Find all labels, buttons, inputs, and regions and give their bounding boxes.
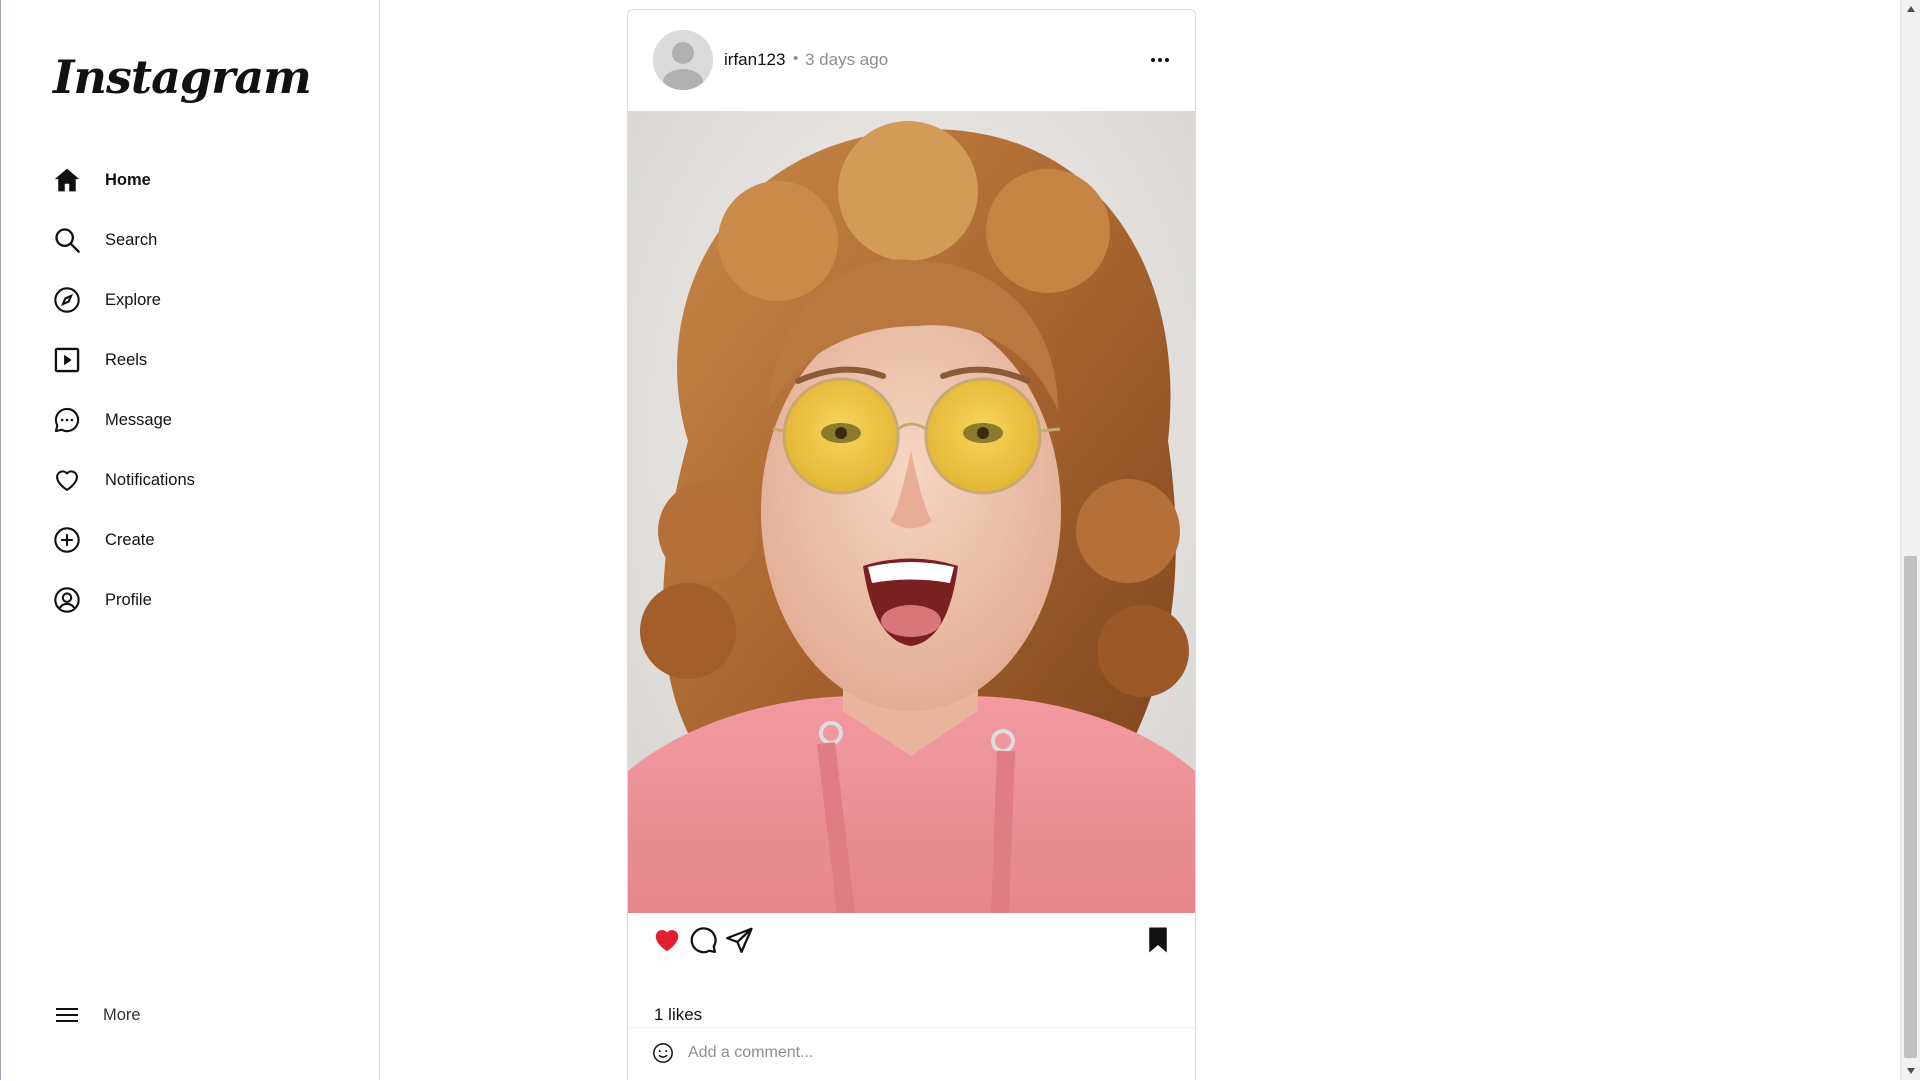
avatar[interactable] [653, 30, 713, 90]
sidebar-item-label: Explore [105, 290, 161, 309]
message-icon [51, 404, 83, 436]
scroll-down-arrow-icon[interactable] [1901, 1062, 1920, 1080]
emoji-icon[interactable] [652, 1042, 674, 1064]
post-username[interactable]: irfan123 [724, 50, 785, 70]
hamburger-menu-icon [53, 1001, 81, 1029]
sidebar-item-home[interactable]: Home [1, 150, 379, 210]
post-separator: • [793, 50, 799, 67]
share-button[interactable] [724, 925, 756, 957]
likes-count[interactable]: 1 likes [654, 1005, 702, 1025]
page-scrollbar[interactable] [1900, 0, 1920, 1080]
reels-icon [51, 344, 83, 376]
search-icon [51, 224, 83, 256]
sidebar-nav: Home Search Explore Reels Message Notifi… [1, 150, 379, 630]
sidebar-item-label: Notifications [105, 470, 195, 489]
compass-icon [51, 284, 83, 316]
sidebar-item-create[interactable]: Create [1, 510, 379, 570]
sidebar-item-label: Home [105, 170, 151, 189]
sidebar-item-profile[interactable]: Profile [1, 570, 379, 630]
sidebar-item-label: Reels [105, 350, 148, 369]
comment-button[interactable] [688, 925, 720, 957]
sidebar-item-more[interactable]: More [1, 985, 379, 1045]
post-actions [628, 925, 1195, 965]
instagram-logo[interactable]: Instagram [53, 50, 312, 104]
sidebar-item-explore[interactable]: Explore [1, 270, 379, 330]
comment-bar [628, 1027, 1195, 1081]
scroll-up-arrow-icon[interactable] [1901, 0, 1920, 18]
sidebar-item-label: Create [105, 530, 155, 549]
scrollbar-thumb[interactable] [1904, 556, 1917, 1058]
sidebar: Instagram Home Search Explore Reels Mess… [0, 0, 380, 1080]
sidebar-item-notifications[interactable]: Notifications [1, 450, 379, 510]
heart-icon [51, 464, 83, 496]
sidebar-item-label: Profile [105, 590, 152, 609]
sidebar-item-label: Search [105, 230, 158, 249]
sidebar-item-label: Message [105, 410, 172, 429]
post-image[interactable] [628, 111, 1195, 913]
more-options-icon[interactable] [1149, 52, 1171, 68]
more-label: More [103, 1005, 141, 1024]
comment-input[interactable] [686, 1038, 1156, 1068]
save-bookmark-button[interactable] [1143, 925, 1175, 957]
profile-icon [51, 584, 83, 616]
like-button[interactable] [652, 925, 684, 957]
sidebar-item-message[interactable]: Message [1, 390, 379, 450]
post-time: 3 days ago [805, 50, 889, 69]
sidebar-item-reels[interactable]: Reels [1, 330, 379, 390]
post-card: irfan123 • 3 days ago 1 likes Add a comm… [627, 9, 1196, 1080]
home-icon [51, 164, 83, 196]
post-header: irfan123 • 3 days ago [628, 10, 1195, 111]
sidebar-item-search[interactable]: Search [1, 210, 379, 270]
plus-circle-icon [51, 524, 83, 556]
